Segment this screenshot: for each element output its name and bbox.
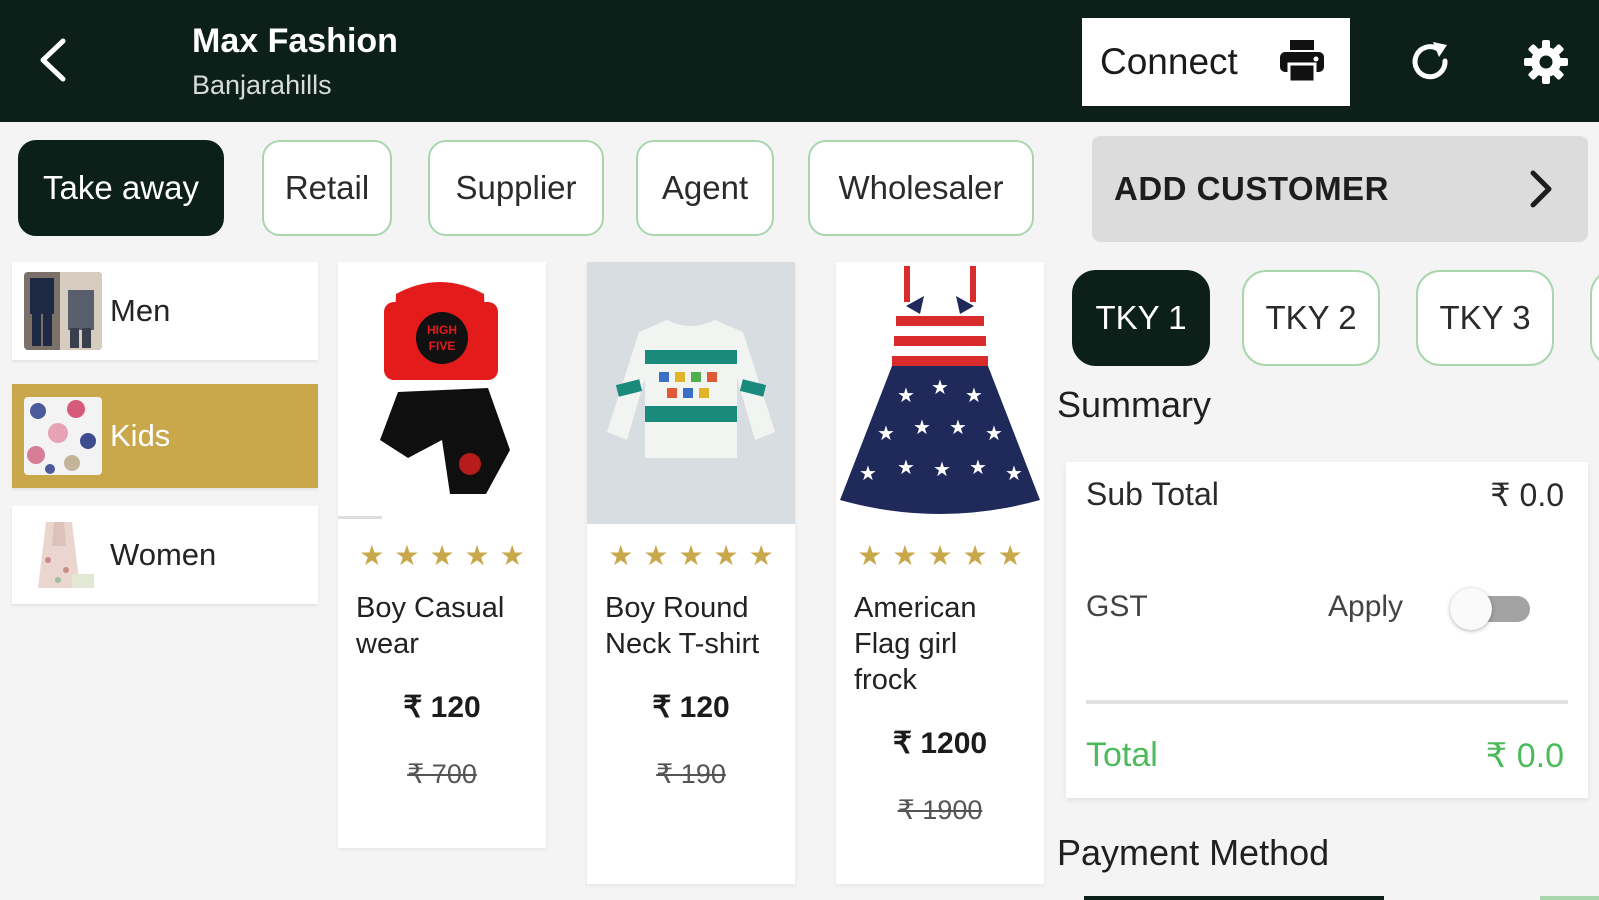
add-customer-button[interactable]: ADD CUSTOMER bbox=[1092, 136, 1588, 242]
kids-category-thumbnail bbox=[24, 397, 102, 475]
product-card-boy-round-neck-tshirt[interactable]: ★ ★ ★ ★ ★ Boy Round Neck T-shirt ₹ 120 ₹ 190 bbox=[587, 262, 795, 884]
men-category-thumbnail bbox=[24, 272, 102, 350]
svg-text:★: ★ bbox=[897, 383, 915, 407]
category-item-women[interactable]: Women bbox=[12, 506, 318, 604]
chip-retail[interactable]: Retail bbox=[262, 140, 392, 236]
tab-tky-3[interactable]: TKY 3 bbox=[1416, 270, 1554, 366]
svg-text:★: ★ bbox=[859, 461, 877, 485]
product-price: ₹ 1200 bbox=[892, 727, 988, 760]
women-category-thumbnail bbox=[24, 516, 102, 594]
svg-text:★: ★ bbox=[965, 383, 983, 407]
category-label-kids: Kids bbox=[110, 418, 171, 453]
svg-text:★: ★ bbox=[931, 375, 949, 399]
printer-icon bbox=[1280, 40, 1324, 84]
product-rating: ★ ★ ★ ★ ★ bbox=[338, 542, 546, 570]
boy-round-neck-tshirt-image bbox=[587, 262, 795, 524]
back-button[interactable] bbox=[26, 34, 78, 86]
category-label-women: Women bbox=[110, 537, 217, 572]
summary-divider bbox=[1086, 700, 1568, 704]
star-icon: ★ bbox=[927, 540, 953, 571]
product-mrp: ₹ 700 bbox=[407, 759, 477, 789]
star-icon: ★ bbox=[359, 540, 385, 571]
category-item-men[interactable]: Men bbox=[12, 262, 318, 360]
tab-tky-2[interactable]: TKY 2 bbox=[1242, 270, 1380, 366]
svg-text:★: ★ bbox=[969, 455, 987, 479]
star-icon: ★ bbox=[892, 540, 918, 571]
star-icon: ★ bbox=[643, 540, 669, 571]
toggle-knob bbox=[1450, 588, 1492, 630]
connect-label: Connect bbox=[1100, 41, 1238, 82]
refresh-icon bbox=[1412, 42, 1448, 80]
svg-text:★: ★ bbox=[949, 415, 967, 439]
product-price: ₹ 120 bbox=[403, 691, 481, 724]
total-label: Total bbox=[1086, 736, 1158, 774]
american-flag-girl-frock-image: ★ ★ ★ ★ ★ ★ ★ ★ ★ ★ ★ ★ bbox=[836, 262, 1044, 524]
payment-option-edge[interactable] bbox=[1084, 896, 1384, 900]
product-rating: ★ ★ ★ ★ ★ bbox=[587, 542, 795, 570]
star-icon: ★ bbox=[608, 540, 634, 571]
gst-label: GST bbox=[1086, 590, 1148, 623]
connect-printer-button[interactable]: Connect bbox=[1082, 18, 1350, 106]
payment-option-edge[interactable] bbox=[1540, 896, 1599, 900]
product-price: ₹ 120 bbox=[652, 691, 730, 724]
product-card-american-flag-girl-frock[interactable]: ★ ★ ★ ★ ★ ★ ★ ★ ★ ★ ★ ★ ★ ★ ★ ★ ★ American Flag girl … bbox=[836, 262, 1044, 884]
star-icon: ★ bbox=[997, 540, 1023, 571]
refresh-button[interactable] bbox=[1402, 34, 1458, 90]
tab-tky-next[interactable] bbox=[1590, 270, 1599, 366]
svg-text:★: ★ bbox=[897, 455, 915, 479]
star-icon: ★ bbox=[464, 540, 490, 571]
svg-text:★: ★ bbox=[933, 457, 951, 481]
summary-title: Summary bbox=[1057, 384, 1212, 425]
payment-method-title: Payment Method bbox=[1057, 832, 1330, 873]
product-name: Boy Casual wear bbox=[356, 592, 505, 660]
app-header: Max Fashion Banjarahills Connect bbox=[0, 0, 1599, 122]
svg-text:HIGH: HIGH bbox=[427, 323, 457, 337]
store-branch: Banjarahills bbox=[192, 70, 332, 100]
star-icon: ★ bbox=[499, 540, 525, 571]
star-icon: ★ bbox=[857, 540, 883, 571]
subtotal-label: Sub Total bbox=[1086, 476, 1219, 512]
svg-text:★: ★ bbox=[913, 415, 931, 439]
chip-agent[interactable]: Agent bbox=[636, 140, 774, 236]
chip-take-away[interactable]: Take away bbox=[18, 140, 224, 236]
tab-tky-1[interactable]: TKY 1 bbox=[1072, 270, 1210, 366]
gear-icon bbox=[1524, 40, 1568, 84]
product-name: American Flag girl frock bbox=[854, 592, 977, 696]
boy-casual-wear-image: HIGH FIVE bbox=[338, 262, 546, 524]
product-mrp: ₹ 190 bbox=[656, 759, 726, 789]
star-icon: ★ bbox=[678, 540, 704, 571]
summary-card: Sub Total ₹ 0.0 GST Apply Total ₹ 0.0 bbox=[1066, 462, 1588, 798]
total-value: ₹ 0.0 bbox=[1485, 737, 1564, 775]
product-card-boy-casual-wear[interactable]: HIGH FIVE ★ ★ ★ ★ ★ Boy Casual wear ₹ 120 ₹ … bbox=[338, 262, 546, 848]
product-mrp: ₹ 1900 bbox=[897, 795, 983, 825]
gst-apply-toggle[interactable] bbox=[1450, 586, 1530, 632]
chevron-right-icon bbox=[1530, 170, 1552, 208]
chevron-left-icon bbox=[40, 38, 66, 82]
chip-supplier[interactable]: Supplier bbox=[428, 140, 604, 236]
svg-text:★: ★ bbox=[877, 421, 895, 445]
settings-button[interactable] bbox=[1518, 34, 1574, 90]
product-name: Boy Round Neck T-shirt bbox=[605, 592, 760, 660]
star-icon: ★ bbox=[713, 540, 739, 571]
store-name: Max Fashion bbox=[192, 22, 398, 60]
add-customer-label: ADD CUSTOMER bbox=[1114, 170, 1389, 207]
svg-text:★: ★ bbox=[1005, 461, 1023, 485]
svg-text:★: ★ bbox=[985, 421, 1003, 445]
product-rating: ★ ★ ★ ★ ★ bbox=[836, 542, 1044, 570]
gst-apply-label: Apply bbox=[1328, 590, 1404, 623]
star-icon: ★ bbox=[394, 540, 420, 571]
category-item-kids[interactable]: Kids bbox=[12, 384, 318, 488]
star-icon: ★ bbox=[429, 540, 455, 571]
chip-wholesaler[interactable]: Wholesaler bbox=[808, 140, 1034, 236]
subtotal-value: ₹ 0.0 bbox=[1490, 477, 1564, 513]
category-label-men: Men bbox=[110, 293, 171, 328]
star-icon: ★ bbox=[962, 540, 988, 571]
svg-text:FIVE: FIVE bbox=[429, 339, 456, 353]
star-icon: ★ bbox=[748, 540, 774, 571]
